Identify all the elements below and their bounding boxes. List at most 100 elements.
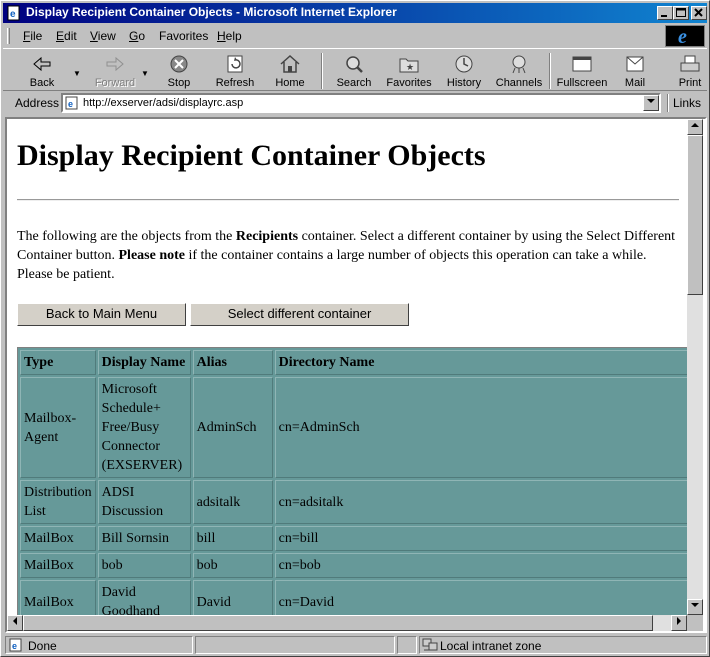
maximize-icon xyxy=(676,8,686,17)
refresh-button[interactable]: Refresh xyxy=(209,52,261,90)
table-row: Mailbox-Agent Microsoft Schedule+ Free/B… xyxy=(20,377,690,478)
favorites-folder-icon: ★ xyxy=(399,58,419,73)
status-panel-main: e Done xyxy=(5,636,193,654)
ie-logo-icon: e xyxy=(665,25,705,48)
column-header-type: Type xyxy=(20,350,96,375)
home-button[interactable]: Home xyxy=(267,52,313,90)
horizontal-scroll-thumb[interactable] xyxy=(23,615,653,631)
menu-help[interactable]: Help xyxy=(217,29,242,43)
vertical-scroll-thumb[interactable] xyxy=(687,135,703,295)
page-title: Display Recipient Container Objects xyxy=(17,139,486,172)
cell-directory-name: cn=adsitalk xyxy=(274,480,690,524)
column-header-directory-name: Directory Name xyxy=(274,350,690,375)
status-panel-progress xyxy=(195,636,395,654)
scroll-up-button[interactable] xyxy=(687,119,703,135)
refresh-icon xyxy=(227,55,243,73)
cell-display-name: Bill Sornsin xyxy=(97,526,191,551)
chevron-down-icon xyxy=(691,603,699,607)
cell-type: MailBox xyxy=(20,553,96,578)
links-button[interactable]: Links xyxy=(673,96,701,110)
print-button[interactable]: Print xyxy=(673,52,707,90)
forward-dropdown-icon[interactable]: ▼ xyxy=(141,69,149,78)
menu-go[interactable]: Go xyxy=(129,29,145,43)
cell-display-name: ADSI Discussion xyxy=(97,480,191,524)
channels-satellite-icon xyxy=(512,55,526,74)
page-done-icon: e xyxy=(9,638,22,652)
back-to-main-menu-button[interactable]: Back to Main Menu xyxy=(17,303,186,326)
minimize-icon xyxy=(661,15,667,17)
address-label: Address xyxy=(15,96,60,110)
menu-view[interactable]: View xyxy=(90,29,116,43)
recipients-table: Type Display Name Alias Directory Name M… xyxy=(17,347,693,627)
web-page: Display Recipient Container Objects The … xyxy=(17,119,693,627)
select-container-button[interactable]: Select different container xyxy=(190,303,409,326)
page-icon: e xyxy=(65,96,78,110)
cell-directory-name: cn=bob xyxy=(274,553,690,578)
svg-text:e: e xyxy=(68,99,73,109)
status-panel-zone: Local intranet zone xyxy=(419,636,707,654)
vertical-scrollbar[interactable] xyxy=(687,119,703,615)
forward-button[interactable]: Forward xyxy=(87,52,143,90)
print-icon xyxy=(680,55,700,72)
table-row: MailBox Bill Sornsin bill cn=bill xyxy=(20,526,690,551)
cell-alias: adsitalk xyxy=(192,480,273,524)
scroll-down-button[interactable] xyxy=(687,599,703,615)
menu-edit[interactable]: Edit xyxy=(56,29,77,43)
back-arrow-icon xyxy=(33,56,51,72)
cell-display-name: bob xyxy=(97,553,191,578)
ie-page-icon: e xyxy=(7,5,20,21)
back-dropdown-icon[interactable]: ▼ xyxy=(73,69,81,78)
cell-alias: bill xyxy=(192,526,273,551)
cell-alias: AdminSch xyxy=(192,377,273,478)
toolbar: Back ▼ Forward ▼ Stop Refresh Home Searc… xyxy=(3,48,707,91)
back-button[interactable]: Back xyxy=(17,52,67,90)
column-header-display-name: Display Name xyxy=(97,350,191,375)
cell-directory-name: cn=bill xyxy=(274,526,690,551)
browser-window: e Display Recipient Container Objects - … xyxy=(0,0,710,657)
stop-icon xyxy=(170,55,188,73)
menu-favorites[interactable]: Favorites xyxy=(159,29,208,43)
channels-button[interactable]: Channels xyxy=(493,52,545,90)
address-url: http://exserver/adsi/displayrc.asp xyxy=(83,97,244,109)
chevron-right-icon xyxy=(677,617,681,625)
chevron-up-icon xyxy=(691,123,699,127)
toolbar-separator xyxy=(549,53,551,89)
search-icon xyxy=(346,56,363,73)
title-bar: e Display Recipient Container Objects - … xyxy=(3,3,707,23)
intranet-zone-icon xyxy=(422,638,438,651)
cell-directory-name: cn=AdminSch xyxy=(274,377,690,478)
menu-bar: File Edit View Go Favorites Help xyxy=(3,25,707,47)
scroll-left-button[interactable] xyxy=(7,615,23,631)
address-input[interactable]: e http://exserver/adsi/displayrc.asp xyxy=(61,93,661,113)
chevron-left-icon xyxy=(13,617,17,625)
cell-type: Distribution List xyxy=(20,480,96,524)
scrollbar-corner xyxy=(687,615,703,631)
history-button[interactable]: History xyxy=(441,52,487,90)
fullscreen-icon xyxy=(572,56,592,72)
horizontal-rule xyxy=(17,199,679,201)
scroll-right-button[interactable] xyxy=(671,615,687,631)
search-button[interactable]: Search xyxy=(331,52,377,90)
minimize-button[interactable] xyxy=(657,6,673,20)
column-header-alias: Alias xyxy=(192,350,273,375)
cell-alias: bob xyxy=(192,553,273,578)
fullscreen-button[interactable]: Fullscreen xyxy=(555,52,609,90)
svg-text:e: e xyxy=(10,9,16,20)
links-separator xyxy=(667,94,669,112)
favorites-button[interactable]: ★ Favorites xyxy=(383,52,435,90)
close-button[interactable] xyxy=(691,6,707,20)
cell-type: MailBox xyxy=(20,526,96,551)
stop-button[interactable]: Stop xyxy=(157,52,201,90)
svg-text:e: e xyxy=(678,26,687,46)
zone-text: Local intranet zone xyxy=(440,639,542,653)
maximize-button[interactable] xyxy=(673,6,689,20)
mail-button[interactable]: Mail xyxy=(617,52,653,90)
menu-file[interactable]: File xyxy=(23,29,42,43)
address-dropdown-button[interactable] xyxy=(643,95,659,111)
content-viewport: Display Recipient Container Objects The … xyxy=(5,117,707,633)
mail-icon xyxy=(626,56,644,72)
horizontal-scrollbar[interactable] xyxy=(7,615,687,631)
status-bar: e Done Local intranet zone xyxy=(3,635,707,655)
svg-text:e: e xyxy=(12,641,17,651)
history-icon xyxy=(455,55,473,73)
